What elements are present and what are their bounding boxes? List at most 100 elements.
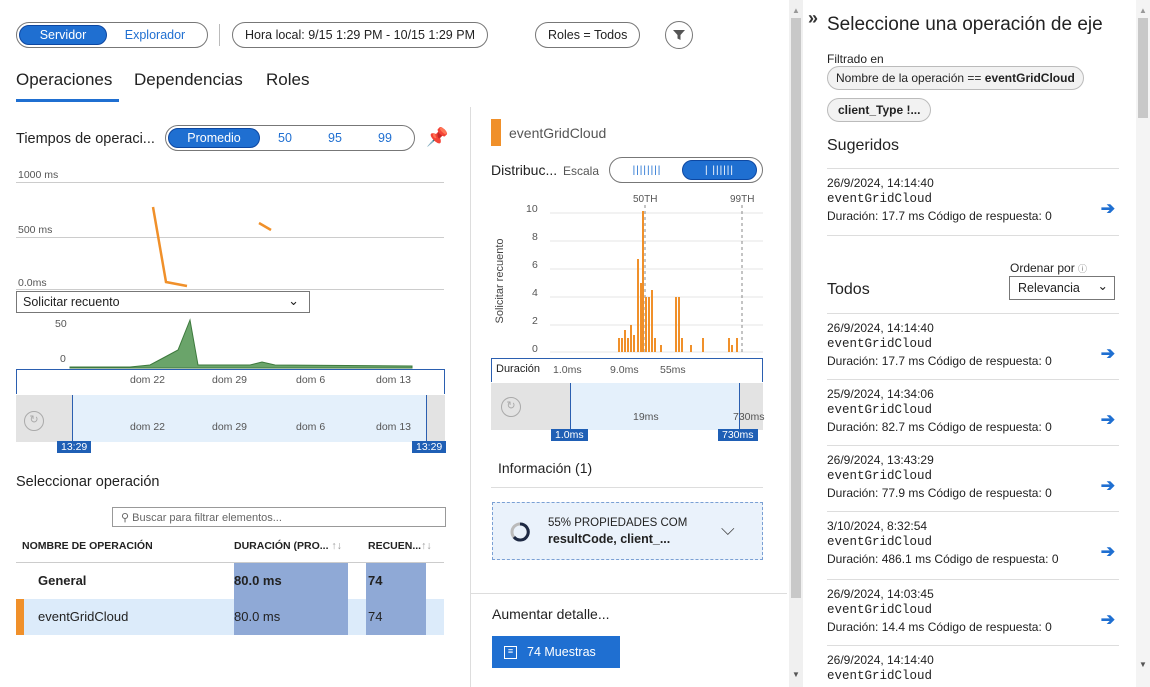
code-prefix: Código de respuesta: [934,552,1049,566]
item-duration: 17.7 ms [881,354,925,368]
scroll-up-arrow[interactable]: ▲ [792,6,800,15]
arrow-right-icon[interactable]: ➔ [1101,476,1115,496]
duration-prefix: Duración: [827,420,879,434]
arrow-right-icon[interactable]: ➔ [1101,410,1115,430]
scale-linear[interactable]: |||||||| [612,160,682,180]
brush-x-dom13: dom 13 [376,421,412,433]
insight-line2: resultCode, client_... [548,532,671,546]
duration-line-segment [258,221,272,232]
dur-start-handle[interactable]: 1.0ms [551,429,588,441]
col-count[interactable]: RECUEN...↑↓ [368,540,432,552]
scroll-down-arrow[interactable]: ▼ [792,670,800,679]
time-brush[interactable]: ↻ [16,395,445,442]
sort-icon: ↑↓ [421,540,432,552]
expand-chevron-icon[interactable]: » [808,8,818,29]
progress-ring-icon [510,522,530,542]
list-item[interactable]: 3/10/2024, 8:32:54 eventGridCloud Duraci… [827,511,1119,579]
item-code: 0 [1045,209,1052,223]
sort-select[interactable]: Relevancia ⌄ [1009,276,1115,300]
dist-op-name: eventGridCloud [509,125,607,141]
list-item[interactable]: 25/9/2024, 14:34:06 eventGridCloud Durac… [827,379,1119,445]
duration-prefix: Duración: [827,620,879,634]
table-row[interactable]: General 80.0 ms 74 [16,563,444,599]
dur-history-icon[interactable]: ↻ [501,397,521,417]
list-item[interactable]: 26/9/2024, 14:03:45 eventGridCloud Durac… [827,579,1119,645]
code-prefix: Código de respuesta: [927,209,1042,223]
chevron-down-icon[interactable]: ⌵ [721,519,735,540]
history-icon[interactable]: ↻ [24,411,44,431]
middle-scrollbar[interactable]: ▲ ▼ [789,0,803,687]
arrow-right-icon[interactable]: ➔ [1101,610,1115,630]
brush-x-dom22: dom 22 [130,421,166,433]
row-duration: 80.0 ms [234,573,282,588]
brush-right-line [426,395,427,442]
code-prefix: Código de respuesta: [927,420,1042,434]
item-code: 0 [1045,420,1052,434]
samples-label: 74 Muestras [527,645,596,659]
distribution-histogram [550,205,763,355]
drill-divider [471,593,787,594]
duration-prefix: Duración: [827,486,879,500]
range-end-handle[interactable]: 13:29 [412,441,447,453]
item-date: 25/9/2024, 14:34:06 [827,387,934,401]
item-meta: Duración: 486.1 ms Código de respuesta: … [827,552,1119,566]
panel-divider [470,107,471,687]
item-code: 0 [1045,354,1052,368]
range-start-handle[interactable]: 13:29 [57,441,92,453]
filter-chip-op-name[interactable]: Nombre de la operación == eventGridCloud [827,66,1084,90]
filter-chip-client-type[interactable]: client_Type !... [827,98,932,122]
list-item[interactable]: 26/9/2024, 14:14:40 eventGridCloud [827,645,1119,687]
suggested-item[interactable]: 26/9/2024, 14:14:40 eventGridCloud Durac… [827,168,1119,236]
filter-chip2-label: client_Type !... [838,103,921,117]
code-prefix: Código de respuesta: [927,354,1042,368]
search-icon: ⚲ [121,512,133,524]
list-item[interactable]: 26/9/2024, 13:43:29 eventGridCloud Durac… [827,445,1119,511]
filtered-in-label: Filtrado en [827,52,884,66]
table-row-selected[interactable]: eventGridCloud 80.0 ms 74 [16,599,444,635]
item-meta: Duración: 17.7 ms Código de respuesta: 0 [827,354,1119,368]
item-date: 26/9/2024, 14:03:45 [827,587,934,601]
right-scroll-up-arrow[interactable]: ▲ [1139,6,1147,15]
item-date: 26/9/2024, 13:43:29 [827,453,934,467]
ops-time-chart [151,206,272,288]
dur-tick-55ms: 55ms [660,364,686,376]
row-name: General [38,573,87,588]
filter-chip-value: eventGridCloud [984,71,1075,85]
right-scroll-down-arrow[interactable]: ▼ [1139,660,1147,669]
samples-button[interactable]: ≡ 74 Muestras [492,636,620,668]
item-name: eventGridCloud [827,603,933,617]
item-name: eventGridCloud [827,669,933,683]
arrow-right-icon[interactable]: ➔ [1101,542,1115,562]
chevron-down-icon: ⌄ [288,293,299,308]
item-duration: 486.1 ms [881,552,932,566]
insight-card[interactable]: 55% PROPIEDADES COM resultCode, client_.… [492,502,763,560]
arrow-right-icon[interactable]: ➔ [1101,344,1115,364]
item-duration: 82.7 ms [881,420,925,434]
col-op-name[interactable]: NOMBRE DE OPERACIÓN [22,540,153,552]
scroll-thumb[interactable] [791,18,801,598]
brush-x-dom29: dom 29 [212,421,248,433]
filter-icon-button[interactable] [665,21,693,49]
dist-title: Distribuc... [491,162,558,178]
item-date: 26/9/2024, 14:14:40 [827,176,934,190]
dur-tick-9ms: 9.0ms [610,364,639,376]
roles-filter[interactable]: Roles = Todos [535,22,641,48]
histogram-bars [618,211,738,352]
item-name: eventGridCloud [827,192,933,206]
duration-prefix: Duración: [827,552,879,566]
dur-tick-1ms: 1.0ms [553,364,582,376]
list-item[interactable]: 26/9/2024, 14:14:40 eventGridCloud Durac… [827,313,1119,379]
info-icon: ⓘ [1078,264,1088,274]
search-input[interactable]: ⚲ Buscar para filtrar elementos... [112,507,446,527]
duration-brush[interactable]: ↻ [491,383,763,430]
duration-prefix: Duración: [827,354,879,368]
dur-end-handle[interactable]: 730ms [718,429,758,441]
arrow-right-icon[interactable]: ➔ [1101,199,1115,219]
right-scrollbar[interactable]: ▲ ▼ [1136,0,1150,687]
right-scroll-thumb[interactable] [1138,18,1148,118]
item-name: eventGridCloud [827,469,933,483]
scale-log[interactable]: | |||||| [682,160,757,180]
col-duration[interactable]: DURACIÓN (PRO... ↑↓ [234,540,342,552]
right-panel-title: Seleccione una operación de eje [827,14,1103,35]
x-label-dom29: dom 29 [212,374,248,386]
